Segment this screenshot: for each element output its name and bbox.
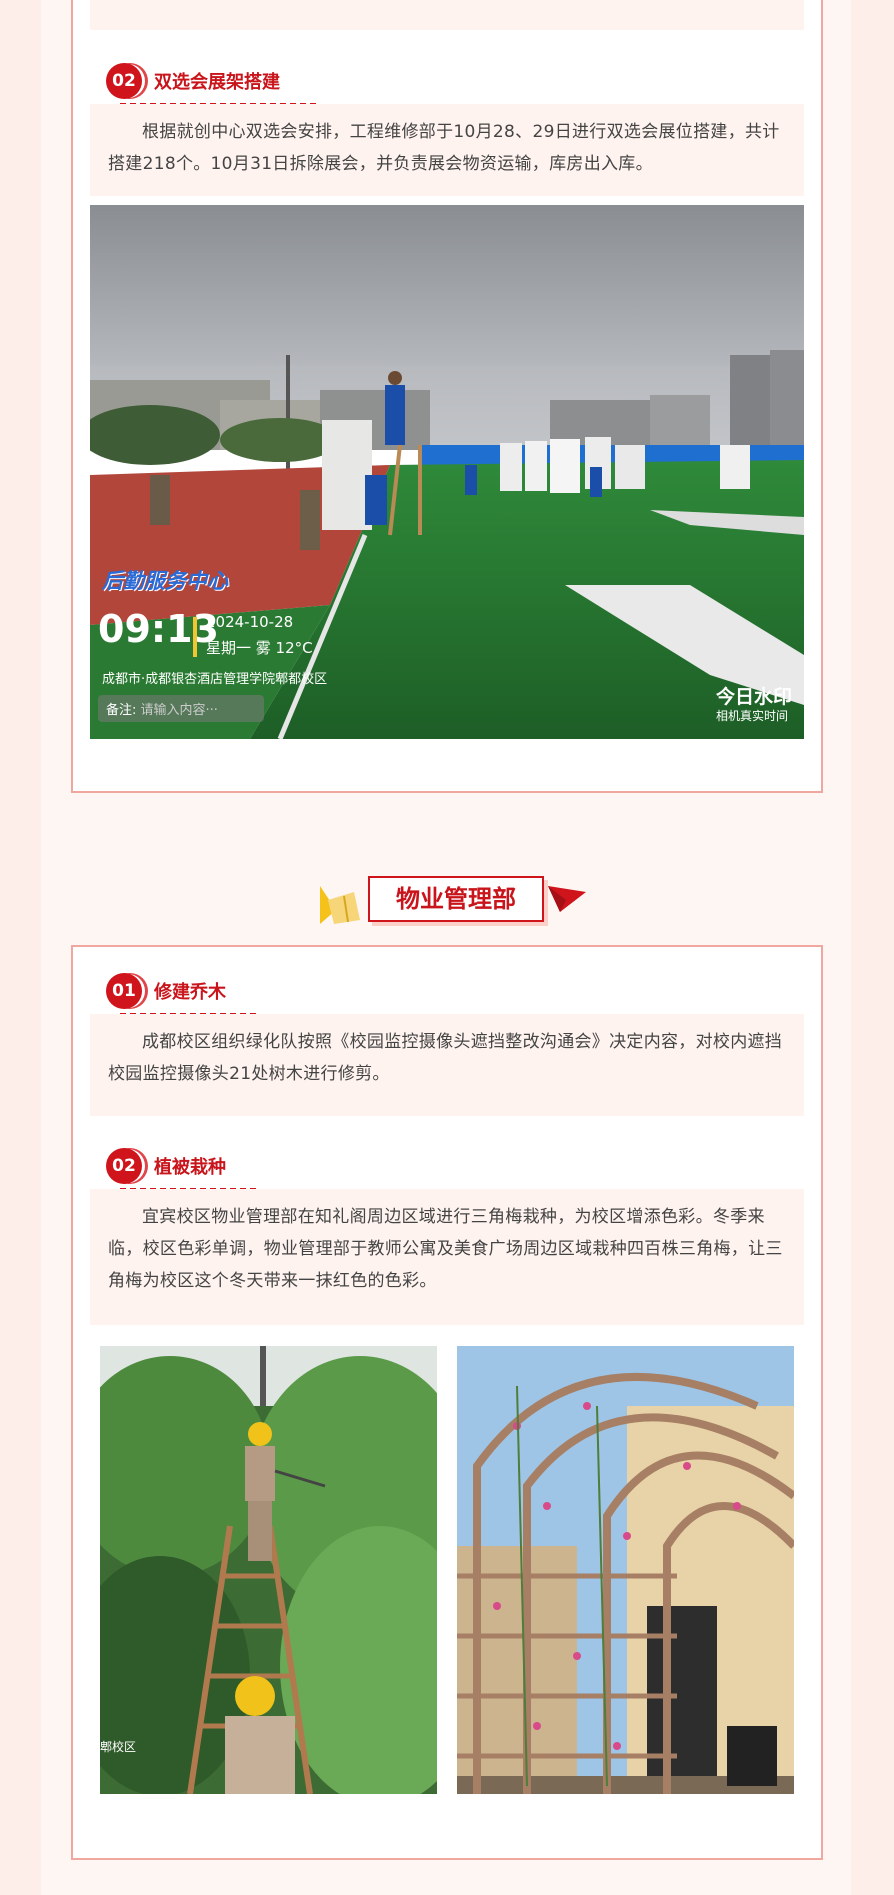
watermark-remark-placeholder: 请输入内容···	[140, 703, 218, 718]
exhibition-construction-photo: 后勤服务中心 09:13 2024-10-28 星期一 雾 12°C 成都市·成…	[90, 205, 804, 739]
item-number-badge: 02	[106, 1148, 142, 1184]
subheading-exhibition-stand: 02 双选会展架搭建	[106, 63, 326, 105]
section-banner-title: 物业管理部	[368, 876, 544, 922]
watermark-divider	[193, 617, 197, 657]
photo-caption: 郫校区	[100, 1740, 137, 1754]
subheading-planting: 02 植被栽种	[106, 1148, 286, 1190]
watermark-weekday-weather: 星期一 雾 12°C	[206, 639, 313, 657]
section-banner-property: 物业管理部	[310, 870, 590, 930]
watermark-remark-label: 备注:	[106, 703, 137, 718]
item-number-badge: 02	[106, 63, 142, 99]
watermark-stamp-sub: 相机真实时间	[716, 709, 789, 723]
subheading-tree-pruning: 01 修建乔木	[106, 973, 286, 1015]
tree-pruning-note: 成都校区组织绿化队按照《校园监控摄像头遮挡整改沟通会》决定内容，对校内遮挡校园监…	[90, 1014, 804, 1116]
tree-pruning-photo: 郫校区	[100, 1346, 437, 1794]
subheading-title: 双选会展架搭建	[154, 72, 280, 93]
watermark-time: 09:13	[98, 607, 219, 651]
planting-note: 宜宾校区物业管理部在知礼阁周边区域进行三角梅栽种，为校区增添色彩。冬季来临，校区…	[90, 1189, 804, 1325]
watermark-brand: 后勤服务中心	[102, 569, 228, 593]
watermark-remark: 备注: 请输入内容···	[98, 695, 264, 722]
watermark-date: 2024-10-28	[206, 613, 294, 631]
watermark-stamp: 今日水印	[716, 686, 793, 708]
paper-plane-icon	[548, 886, 586, 912]
subheading-title: 植被栽种	[154, 1157, 226, 1178]
previous-note-box	[90, 0, 804, 30]
book-icon	[320, 886, 360, 924]
bougainvillea-arch-photo	[457, 1346, 794, 1794]
watermark-location: 成都市·成都银杏酒店管理学院郫都校区	[102, 672, 328, 687]
subheading-title: 修建乔木	[154, 982, 226, 1003]
item-number-badge: 01	[106, 973, 142, 1009]
exhibition-note: 根据就创中心双选会安排，工程维修部于10月28、29日进行双选会展位搭建，共计搭…	[90, 104, 804, 196]
